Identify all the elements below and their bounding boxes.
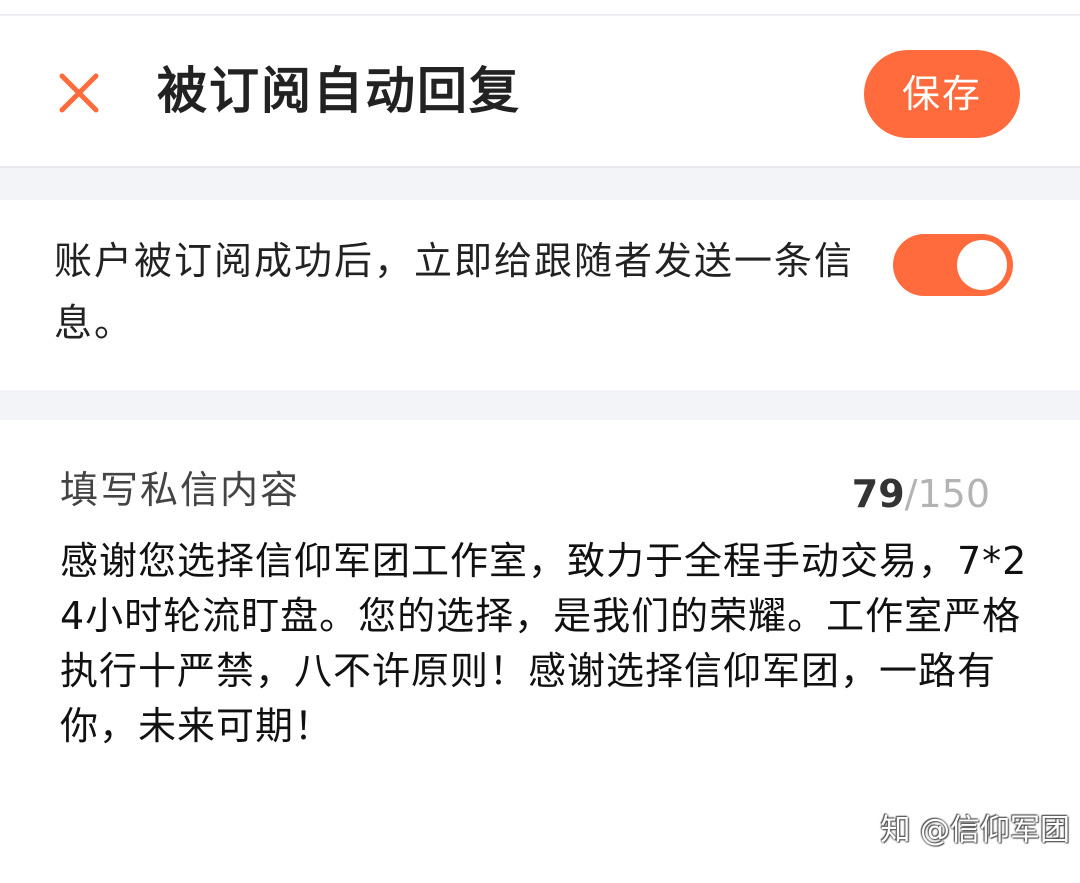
section-divider — [0, 166, 1080, 200]
page: 被订阅自动回复 保存 账户被订阅成功后，立即给跟随者发送一条信息。 填写私信内容… — [0, 0, 1080, 883]
page-title: 被订阅自动回复 — [157, 62, 521, 120]
message-textarea[interactable]: 感谢您选择信仰军团工作室，致力于全程手动交易，7*24小时轮流盯盘。您的选择，是… — [60, 534, 1040, 754]
char-counter: 79/150 — [852, 470, 990, 518]
header: 被订阅自动回复 保存 — [0, 16, 1080, 166]
close-icon[interactable] — [54, 68, 104, 118]
auto-reply-toggle[interactable] — [893, 234, 1013, 296]
watermark: 知 @信仰军团 — [880, 813, 1070, 848]
section-divider — [0, 390, 1080, 420]
char-count: 79 — [851, 472, 905, 516]
auto-reply-setting: 账户被订阅成功后，立即给跟随者发送一条信息。 — [0, 200, 1080, 390]
save-button[interactable]: 保存 — [864, 50, 1020, 138]
toggle-knob — [957, 240, 1007, 290]
auto-reply-label: 账户被订阅成功后，立即给跟随者发送一条信息。 — [54, 239, 855, 345]
message-field-label: 填写私信内容 — [60, 468, 301, 512]
char-limit: /150 — [904, 472, 990, 516]
